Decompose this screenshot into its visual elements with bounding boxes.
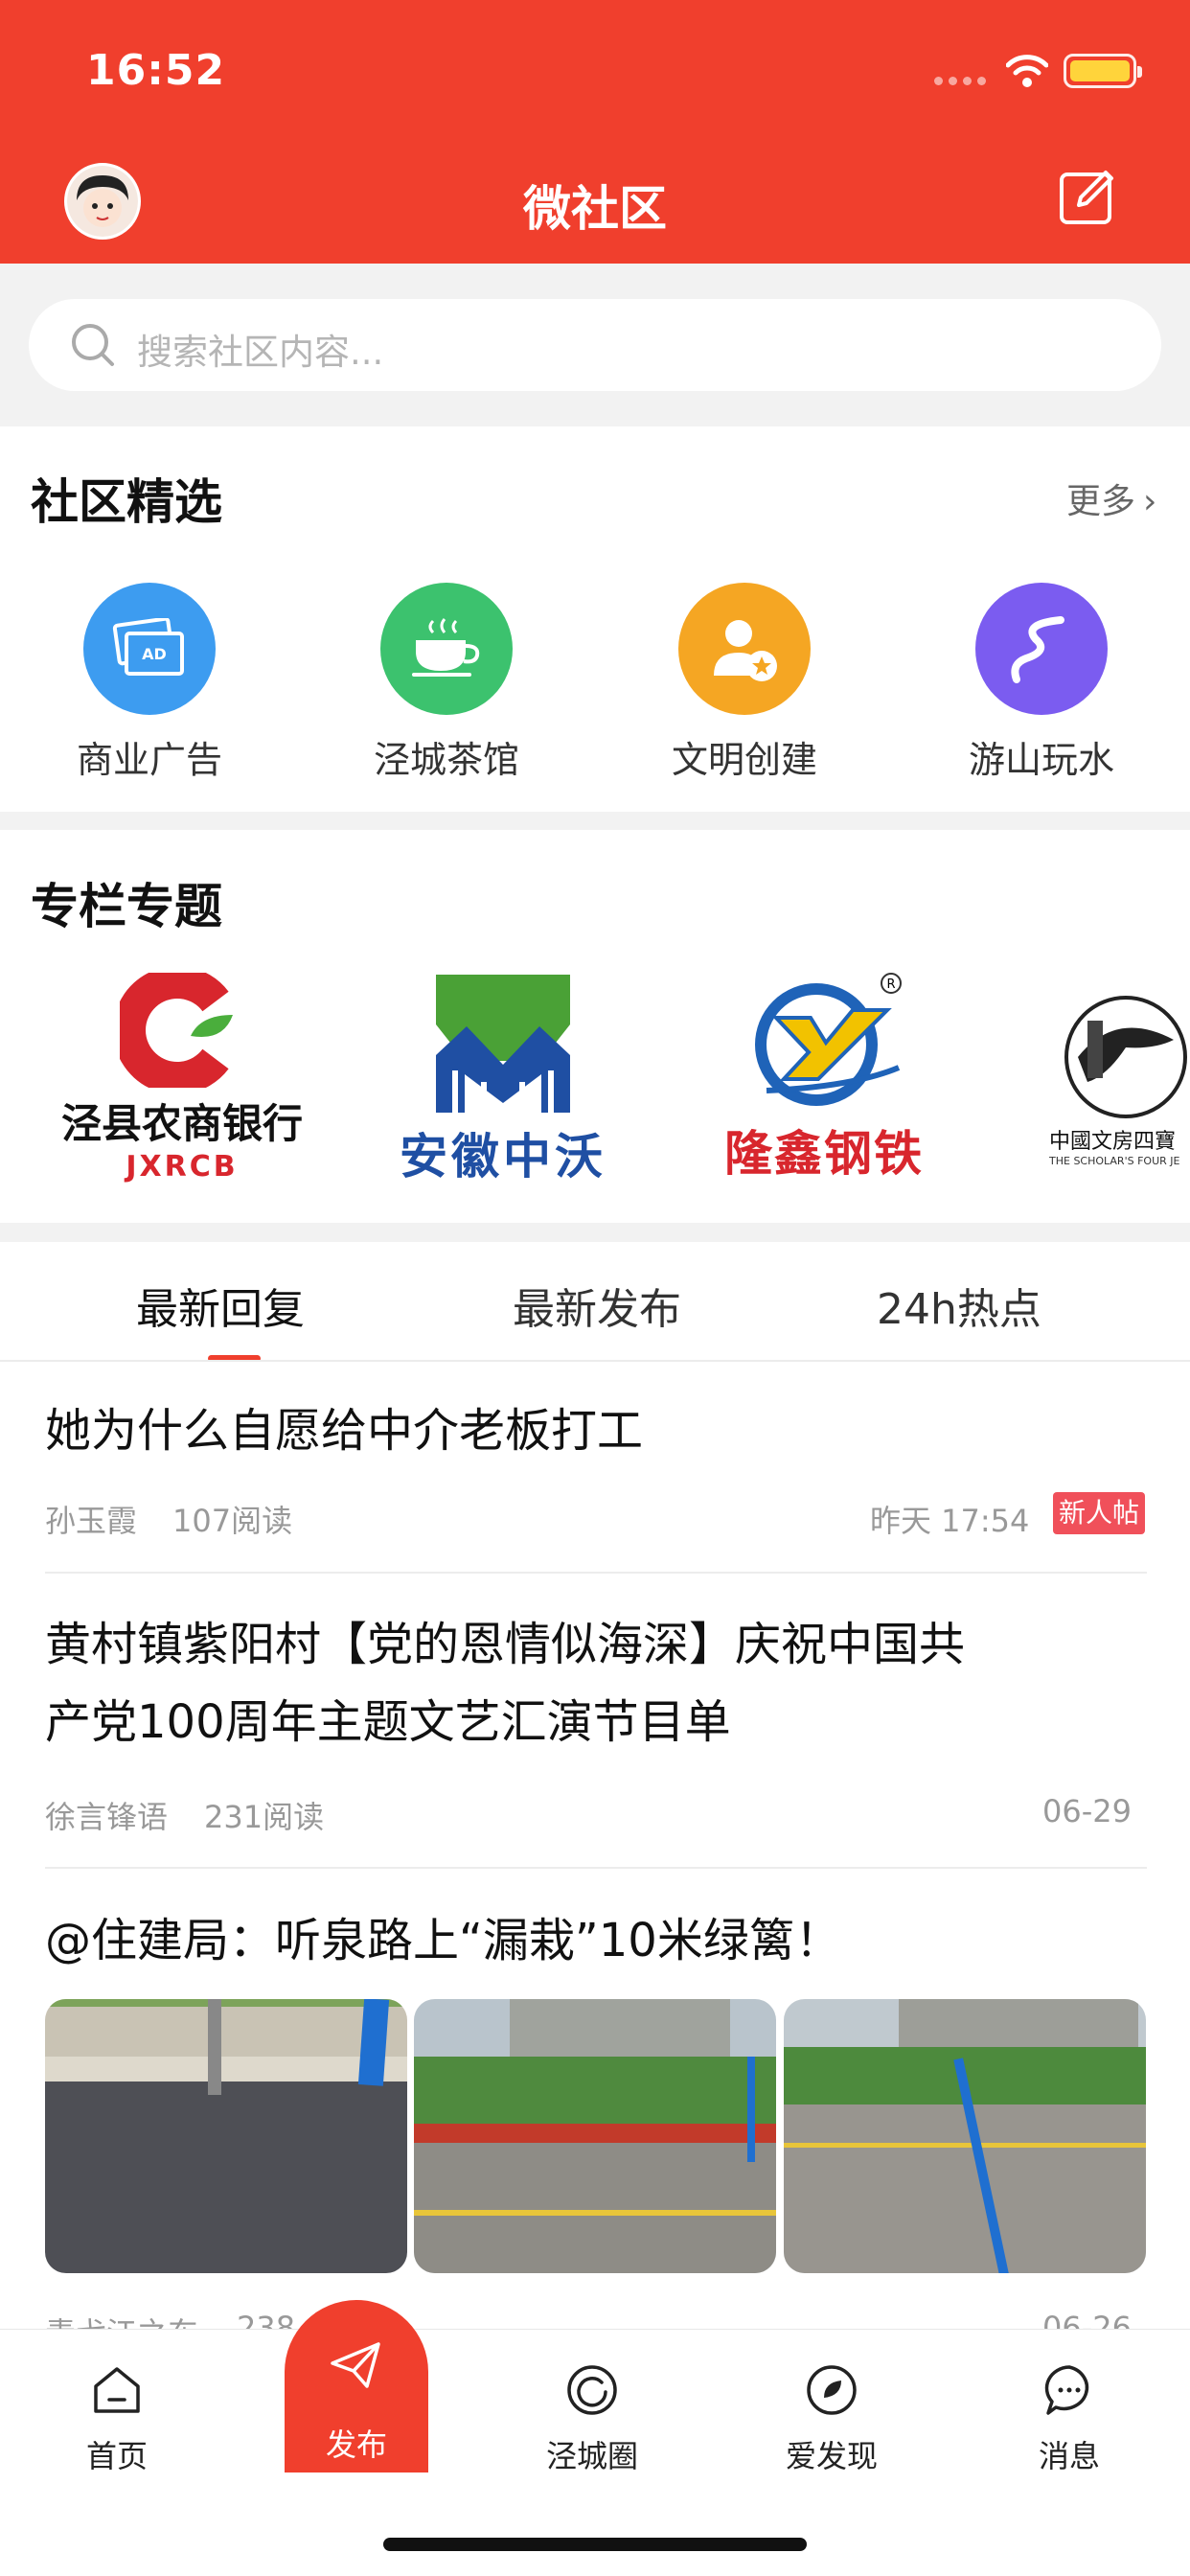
search-input[interactable]: 搜索社区内容...: [137, 323, 383, 375]
status-time: 16:52: [86, 46, 226, 95]
chevron-right-icon: ›: [1143, 482, 1157, 521]
featured-title: 社区精选: [31, 474, 222, 530]
post-reads: 231阅读: [204, 1799, 325, 1835]
ad-card-icon[interactable]: AD: [83, 583, 216, 715]
logo-longxin[interactable]: R 隆鑫钢铁: [690, 968, 958, 1188]
signal-icon: [934, 77, 992, 86]
nav-home-label: 首页: [85, 2438, 148, 2474]
svg-text:AD: AD: [142, 645, 167, 663]
new-user-badge: 新人帖: [1053, 1492, 1145, 1534]
user-star-icon[interactable]: [678, 583, 811, 715]
category-travel[interactable]: 游山玩水: [922, 730, 1161, 783]
home-indicator: [383, 2538, 807, 2551]
teacup-icon[interactable]: [380, 583, 513, 715]
jxrcb-logo-icon: [120, 973, 233, 1088]
paper-plane-icon: [331, 2342, 380, 2388]
category-civilization[interactable]: 文明创建: [625, 730, 864, 783]
battery-icon: [1064, 54, 1142, 88]
post-reads: 107阅读: [172, 1503, 293, 1539]
scholars-name: 中國文房四寶: [1049, 1129, 1177, 1154]
nav-discover-label: 爱发现: [785, 2438, 878, 2474]
columns-title: 专栏专题: [31, 879, 222, 934]
tab-latest-reply[interactable]: 最新回复: [136, 1275, 305, 1336]
wifi-icon: [1006, 55, 1048, 87]
scholars-logo-icon: [1064, 995, 1187, 1118]
post-photo[interactable]: [45, 1999, 407, 2273]
category-teahouse[interactable]: 泾城茶馆: [327, 730, 566, 783]
post-photo[interactable]: [784, 1999, 1146, 2273]
more-link[interactable]: 更多 ›: [1066, 473, 1156, 523]
post-author: 孙玉霞: [45, 1503, 138, 1539]
post-title[interactable]: 她为什么自愿给中介老板打工: [45, 1392, 643, 1469]
post-divider: [45, 1867, 1147, 1869]
nav-circle-label: 泾城圈: [545, 2438, 638, 2474]
post-divider: [45, 1572, 1147, 1574]
scholars-sub: THE SCHOLAR'S FOUR JE: [1049, 1154, 1180, 1167]
longxin-logo-icon: R: [755, 973, 902, 1106]
longxin-name: 隆鑫钢铁: [724, 1126, 924, 1182]
post-title-line-2[interactable]: 产党100周年主题文艺汇演节目单: [45, 1684, 731, 1760]
zhongwo-name: 安徽中沃: [400, 1129, 606, 1184]
circle-refresh-icon: [567, 2365, 617, 2415]
nav-messages-label: 消息: [1038, 2438, 1100, 2474]
home-icon: [94, 2367, 140, 2413]
tabs-divider: [0, 1360, 1190, 1362]
post-photo[interactable]: [414, 1999, 776, 2273]
post-author: 徐言锋语: [45, 1799, 169, 1835]
post-time: 昨天 17:54: [870, 1503, 1030, 1539]
tab-latest-post[interactable]: 最新发布: [513, 1275, 681, 1336]
more-label: 更多: [1066, 482, 1136, 521]
tab-24h-hot[interactable]: 24h热点: [877, 1275, 1041, 1336]
logo-scholars[interactable]: 中國文房四寶 THE SCHOLAR'S FOUR JE: [1049, 968, 1190, 1188]
jxrcb-name: 泾县农商银行: [60, 1100, 303, 1147]
post-time: 06-29: [1042, 1793, 1132, 1829]
post-title[interactable]: @住建局：听泉路上“漏栽”10米绿篱！: [45, 1902, 841, 1979]
logo-zhongwo[interactable]: 安徽中沃: [378, 968, 628, 1188]
post-title-line-1[interactable]: 黄村镇紫阳村【党的恩情似海深】庆祝中国共: [45, 1606, 965, 1683]
zhongwo-logo-icon: [436, 975, 570, 1113]
logo-jxrcb[interactable]: 泾县农商银行 JXRCB: [48, 968, 316, 1188]
edit-post-icon[interactable]: [1056, 165, 1119, 228]
page-title: 微社区: [523, 181, 667, 237]
search-icon: [72, 324, 114, 366]
nav-publish-label: 发布: [325, 2426, 387, 2463]
jxrcb-sub: JXRCB: [126, 1150, 239, 1184]
chat-bubble-icon: [1044, 2365, 1089, 2415]
category-ads[interactable]: 商业广告: [30, 730, 269, 783]
discover-leaf-icon: [807, 2365, 857, 2415]
path-road-icon[interactable]: [975, 583, 1108, 715]
svg-text:R: R: [886, 978, 895, 992]
